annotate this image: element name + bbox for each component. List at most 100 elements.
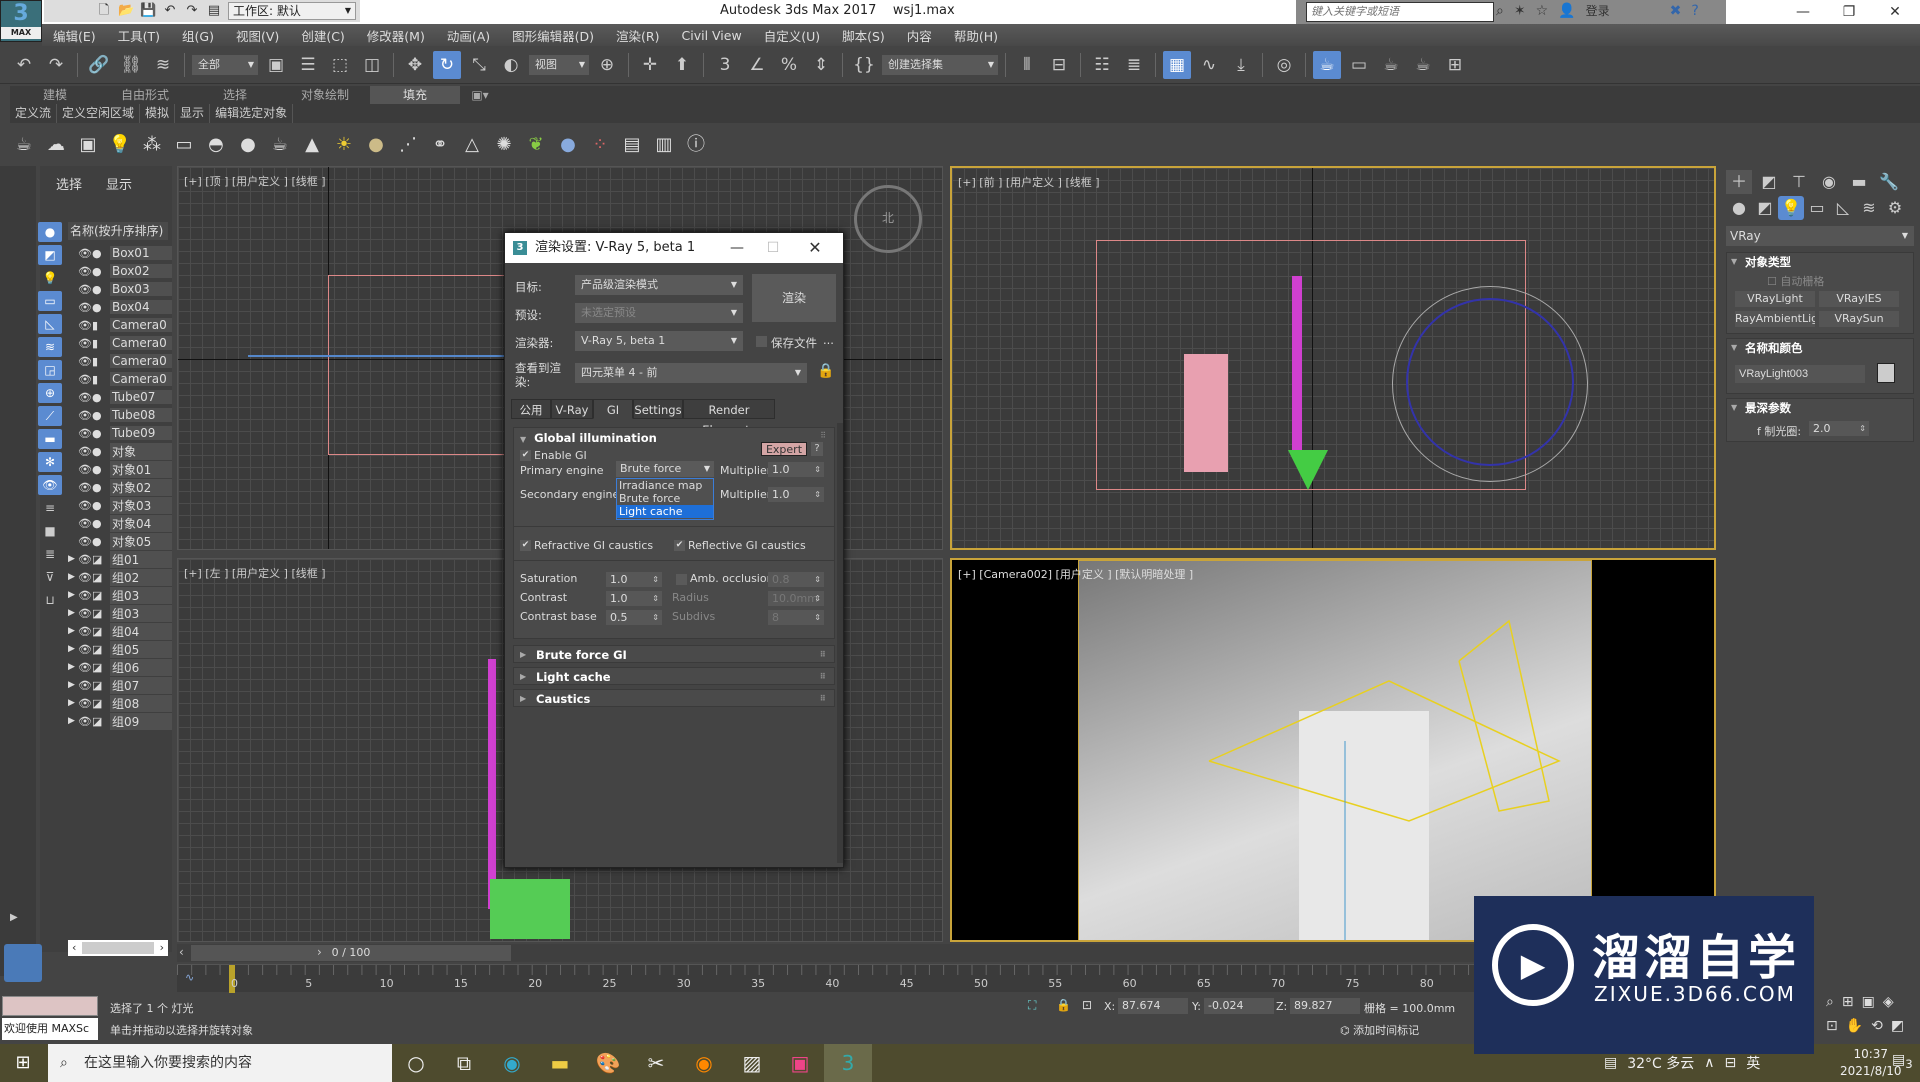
primary-multiplier-spinner[interactable]: 1.0 ⇕ — [768, 462, 824, 477]
scene-list-item[interactable]: 👁 ▮ Camera0 — [68, 334, 172, 352]
save-icon[interactable]: 💾 — [140, 3, 156, 19]
scene-list-item[interactable]: ▶ 👁 ◪ 组05 — [68, 640, 172, 658]
scene-list-item[interactable]: 👁 ▮ Camera0 — [68, 316, 172, 334]
snipping-icon[interactable]: ✂ — [632, 1044, 680, 1082]
plant-icon[interactable]: ❦ — [524, 133, 548, 157]
expand-arrow-icon[interactable]: ▶ — [68, 590, 78, 600]
scene-explorer-column-header[interactable]: 名称(按升序排序) — [68, 222, 168, 240]
prev-frame-icon[interactable]: ‹ — [179, 945, 184, 959]
x-coordinate-input[interactable]: 87.674 — [1118, 998, 1188, 1014]
menu-civil-view[interactable]: Civil View — [671, 28, 753, 43]
save-file-checkbox[interactable] — [756, 336, 767, 347]
taskbar-search[interactable]: ⌕ 在这里输入你要搜索的内容 — [48, 1044, 392, 1082]
expand-arrow-icon[interactable]: ▶ — [68, 716, 78, 726]
redo-icon[interactable]: ↷ — [42, 51, 70, 79]
menu-animation[interactable]: 动画(A) — [436, 26, 501, 45]
reflective-caustics-checkbox[interactable]: ✔ — [674, 540, 685, 551]
menu-group[interactable]: 组(G) — [171, 26, 225, 45]
contrast-base-spinner[interactable]: 0.5 ⇕ — [606, 610, 662, 625]
shapes-filter-icon[interactable]: ◩ — [38, 245, 62, 265]
ribbon-tab-modeling[interactable]: 建模 — [10, 86, 100, 104]
file-explorer-icon[interactable]: ▬ — [536, 1044, 584, 1082]
scale-icon[interactable]: ⤡ — [465, 51, 493, 79]
geometry-icon[interactable]: ● — [1726, 196, 1752, 220]
option-brute-force[interactable]: Brute force — [617, 492, 713, 505]
visibility-eye-icon[interactable]: 👁 — [78, 337, 92, 350]
select-manipulate-icon[interactable]: ✛ — [636, 51, 664, 79]
autogrid-checkbox[interactable]: ☐ 自动栅格 — [1767, 273, 1824, 289]
ribbon-tab-object-paint[interactable]: 对象绘制 — [280, 86, 370, 104]
windows-start-icon[interactable]: ⊞ — [0, 1044, 46, 1082]
light-category-dropdown[interactable]: VRay ▼ — [1726, 226, 1914, 246]
rendered-frame-window-icon[interactable]: ▭ — [1345, 51, 1373, 79]
tab-select[interactable]: 选择 — [56, 174, 82, 193]
visibility-eye-icon[interactable]: 👁 — [78, 427, 92, 440]
selection-lock-icon[interactable]: 🔒 — [1056, 998, 1071, 1012]
visibility-eye-icon[interactable]: 👁 — [78, 391, 92, 404]
xrefs-filter-icon[interactable]: ⊕ — [38, 383, 62, 403]
create-tab-icon[interactable]: ＋ — [1726, 170, 1752, 194]
sun-icon[interactable]: ☀ — [332, 133, 356, 157]
saturation-spinner[interactable]: 1.0 ⇕ — [606, 572, 662, 587]
angle-snap-icon[interactable]: ∠ — [743, 51, 771, 79]
visibility-eye-icon[interactable]: 👁 — [78, 481, 92, 494]
visibility-eye-icon[interactable]: 👁 — [78, 499, 92, 512]
scene-list-item[interactable]: ▶ 👁 ◪ 组02 — [68, 568, 172, 586]
zoom-icon[interactable]: ⌕ — [1826, 994, 1834, 1010]
render-production-icon[interactable]: ☕ — [1377, 51, 1405, 79]
hierarchy-tab-icon[interactable]: ⊤ — [1786, 170, 1812, 194]
visibility-eye-icon[interactable]: 👁 — [78, 355, 92, 368]
scene-list-item[interactable]: 👁 ● Box02 — [68, 262, 172, 280]
visibility-eye-icon[interactable]: 👁 — [78, 589, 92, 602]
motion-tab-icon[interactable]: ◉ — [1816, 170, 1842, 194]
new-file-icon[interactable]: 🗋 — [96, 3, 112, 19]
ribbon-tab-populate[interactable]: 填充 — [370, 86, 460, 104]
particle-icon[interactable]: ⁂ — [140, 133, 164, 157]
scene-list-item[interactable]: 👁 ● 对象01 — [68, 460, 172, 478]
visibility-eye-icon[interactable]: 👁 — [78, 319, 92, 332]
proxy-icon[interactable]: ⚭ — [428, 133, 452, 157]
display-tab-icon[interactable]: ▬ — [1846, 170, 1872, 194]
sphere-icon[interactable]: ● — [236, 133, 260, 157]
scene-list-item[interactable]: 👁 ● Box01 — [68, 244, 172, 262]
field-of-view-icon[interactable]: ⊡ — [1826, 1018, 1838, 1034]
percent-snap-icon[interactable]: % — [775, 51, 803, 79]
notification-icon[interactable]: ▤3 — [1892, 1052, 1913, 1071]
help-circle-icon[interactable]: ⓘ — [684, 133, 708, 157]
scene-list-item[interactable]: 👁 ● 对象 — [68, 442, 172, 460]
redo-icon[interactable]: ↷ — [184, 3, 200, 19]
tab-common[interactable]: 公用 — [511, 399, 551, 419]
scene-list-item[interactable]: 👁 ● Tube09 — [68, 424, 172, 442]
orbit-icon[interactable]: ⟲ — [1871, 1018, 1883, 1034]
expand-arrow-icon[interactable]: ▶ — [68, 626, 78, 636]
z-coordinate-input[interactable]: 89.827 — [1290, 998, 1360, 1014]
render-cloud-icon[interactable]: ⊞ — [1441, 51, 1469, 79]
material-editor-icon[interactable]: ◎ — [1270, 51, 1298, 79]
plane-icon[interactable]: △ — [460, 133, 484, 157]
expand-arrow-icon[interactable]: ▶ — [68, 698, 78, 708]
help-button[interactable]: ? — [811, 442, 823, 456]
lights-icon[interactable]: 💡 — [1778, 196, 1804, 220]
visibility-eye-icon[interactable]: 👁 — [78, 247, 92, 260]
preset-dropdown[interactable]: 未选定预设 ▼ — [575, 303, 743, 323]
undo-icon[interactable]: ↶ — [162, 3, 178, 19]
cameras-filter-icon[interactable]: ▭ — [38, 291, 62, 311]
next-frame-icon[interactable]: › — [317, 945, 322, 959]
network-icon[interactable]: ⊟ — [1725, 1055, 1737, 1071]
visibility-eye-icon[interactable]: 👁 — [78, 643, 92, 656]
rotate-icon[interactable]: ↻ — [433, 50, 461, 79]
workspace-dropdown[interactable]: 工作区: 默认 ▼ — [228, 2, 356, 20]
dialog-scrollbar[interactable] — [837, 423, 843, 863]
minimize-button[interactable]: — — [1780, 0, 1826, 24]
scene-list-item[interactable]: ▶ 👁 ◪ 组03 — [68, 586, 172, 604]
select-object-icon[interactable]: ▣ — [262, 51, 290, 79]
amb-occlusion-spinner[interactable]: 0.8 ⇕ — [768, 572, 824, 587]
expand-arrow-icon[interactable]: ▶ — [68, 608, 78, 618]
add-time-tag-button[interactable]: ⌬ 添加时间标记 — [1340, 1022, 1419, 1038]
scene-list-item[interactable]: ▶ 👁 ◪ 组09 — [68, 712, 172, 730]
exchange-icon[interactable]: ✖ — [1670, 3, 1682, 19]
visibility-eye-icon[interactable]: 👁 — [78, 571, 92, 584]
satellite-icon[interactable]: ✶ — [1514, 3, 1526, 19]
scene-list-item[interactable]: 👁 ● 对象04 — [68, 514, 172, 532]
render-iterative-icon[interactable]: ☕ — [1409, 51, 1437, 79]
